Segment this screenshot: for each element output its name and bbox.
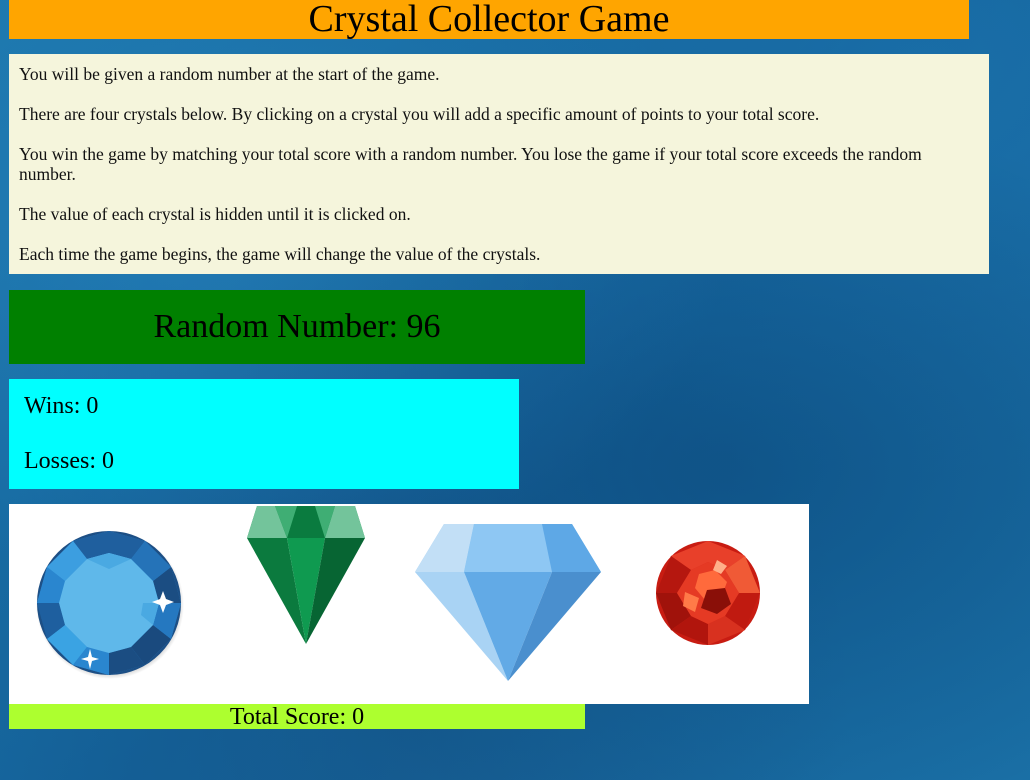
crystal-button-red[interactable] (655, 540, 761, 646)
instruction-text: Each time the game begins, the game will… (19, 244, 541, 264)
red-ruby-icon (656, 541, 760, 645)
crystal-button-light-blue[interactable] (414, 524, 602, 682)
crystal-button-blue[interactable] (35, 529, 185, 679)
instruction-text: You win the game by matching your total … (19, 144, 922, 184)
instruction-text: There are four crystals below. By clicki… (19, 104, 820, 124)
crystal-panel (9, 504, 809, 704)
total-score-display: Total Score: 0 (9, 704, 585, 730)
green-emerald-icon (247, 506, 365, 644)
instruction-text: The value of each crystal is hidden unti… (19, 204, 411, 224)
random-number-display: Random Number: 96 (9, 290, 585, 364)
stats-panel: Wins: 0 Losses: 0 (9, 379, 519, 489)
crystal-button-green[interactable] (245, 506, 367, 646)
losses-counter: Losses: 0 (24, 448, 114, 474)
page-title: Crystal Collector Game (9, 0, 969, 39)
wins-counter: Wins: 0 (24, 393, 99, 419)
instruction-text: You will be given a random number at the… (19, 64, 440, 84)
instructions-panel: You will be given a random number at the… (9, 54, 989, 274)
light-blue-diamond-icon (415, 524, 601, 681)
blue-round-gem-icon (36, 531, 184, 679)
